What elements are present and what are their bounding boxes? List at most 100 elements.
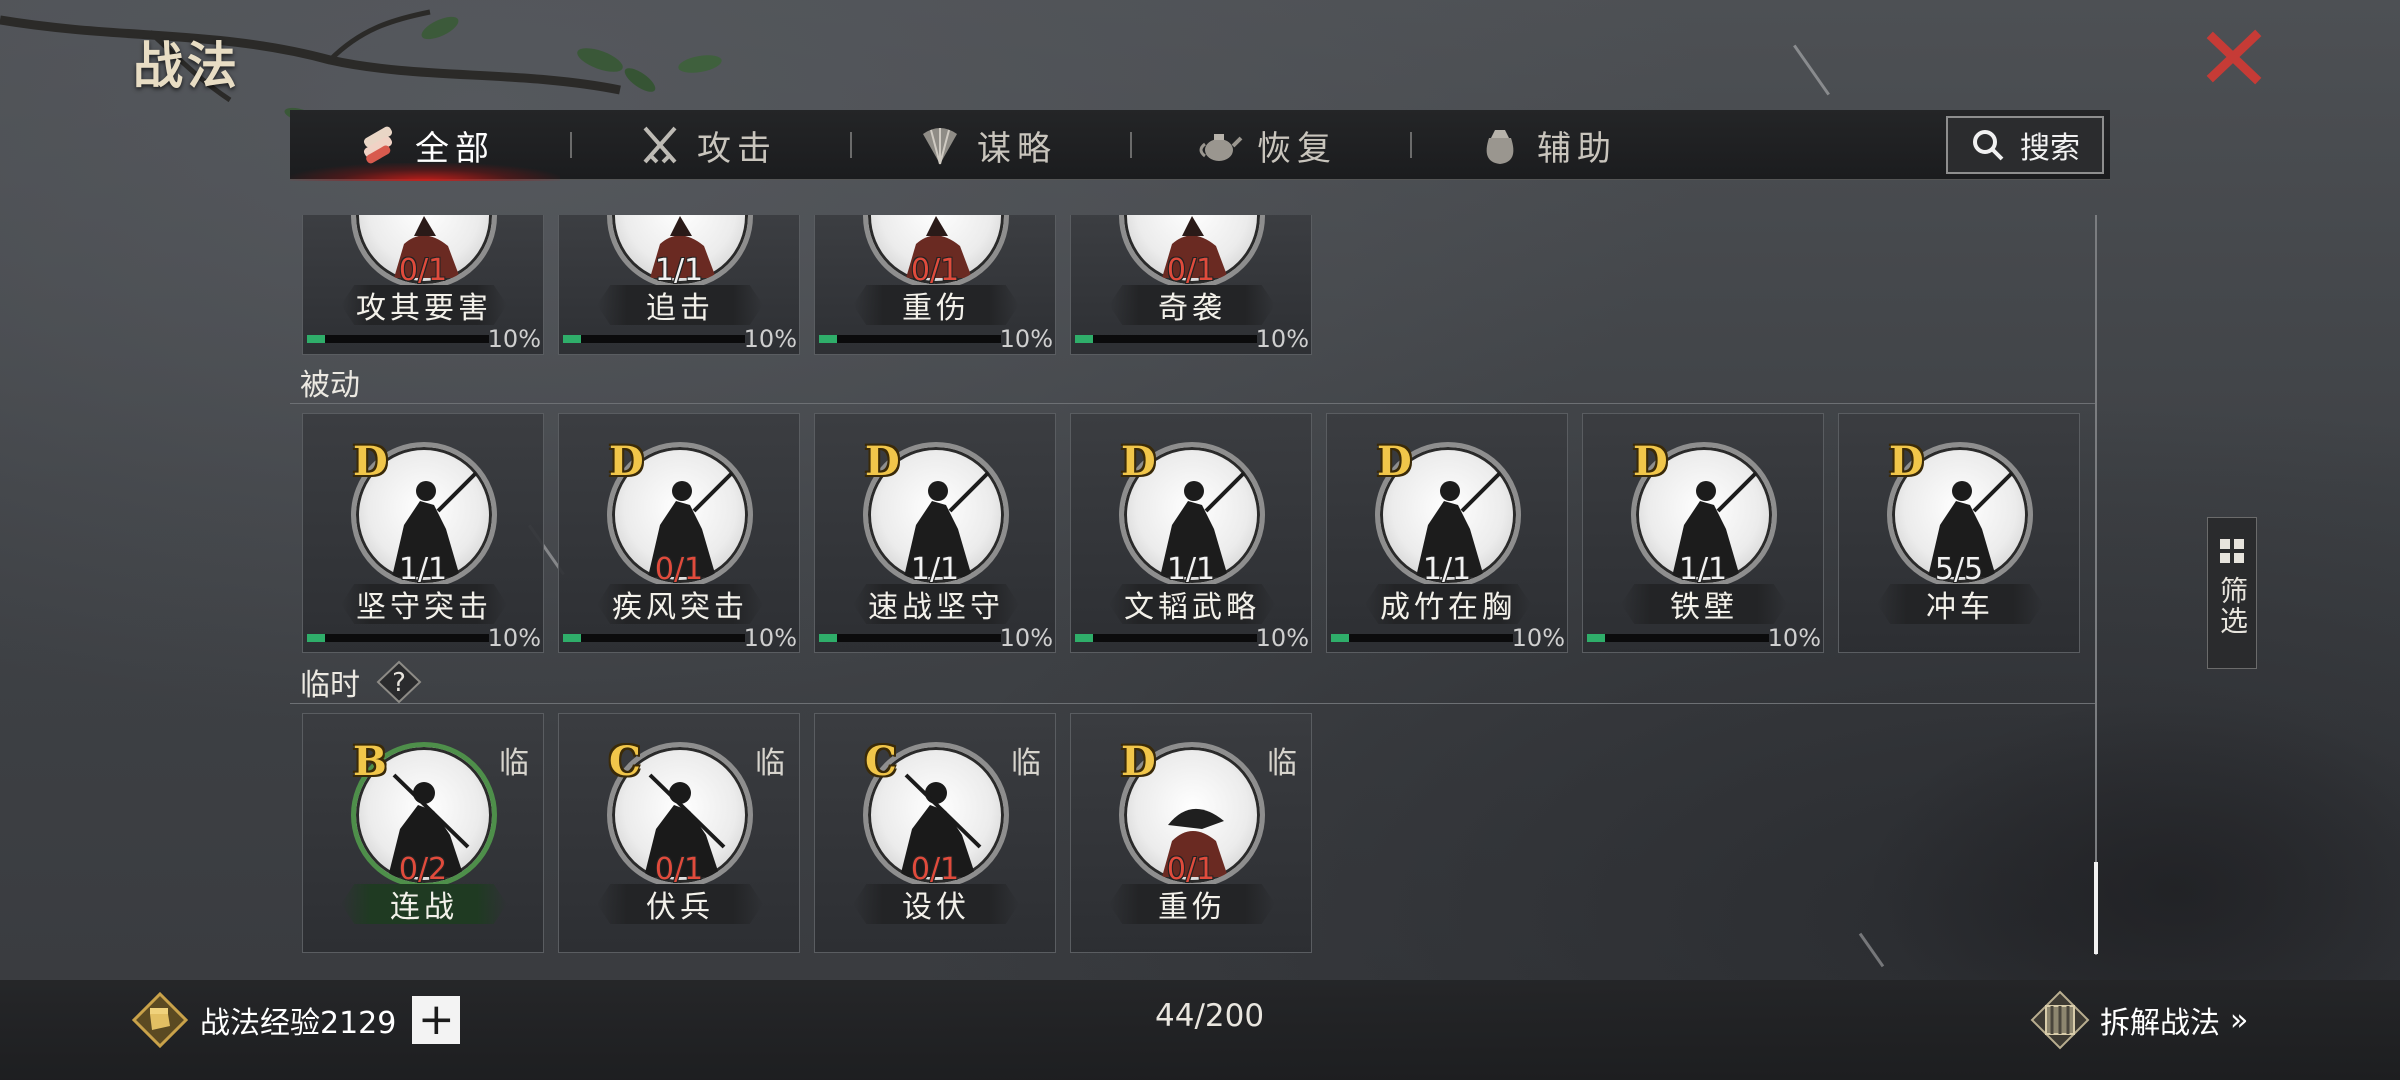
tactic-name: 伏兵 — [597, 884, 763, 924]
progress-percent: 10% — [1255, 325, 1309, 353]
grade-badge: D — [1121, 438, 1156, 485]
tactic-count: 1/1 — [1422, 552, 1472, 587]
tactic-count: 0/1 — [910, 253, 960, 288]
tactic-card[interactable]: 0/1 重伤 10% — [814, 215, 1056, 355]
temporary-tag: 临 — [1011, 746, 1041, 781]
close-icon[interactable] — [2205, 28, 2263, 86]
tactic-name: 坚守突击 — [341, 584, 507, 624]
exp-label: 战法经验2129 — [200, 1006, 397, 1041]
temporary-tag: 临 — [755, 746, 785, 781]
tactic-card[interactable]: D 临 0/1 重伤 — [1070, 713, 1312, 953]
add-exp-button[interactable]: + — [412, 996, 461, 1044]
progress-percent: 10% — [1511, 624, 1565, 652]
tactic-card[interactable]: D 1/1 速战坚守 10% — [814, 413, 1056, 653]
section-label: 被动 — [300, 368, 360, 403]
tactic-name: 疾风突击 — [597, 584, 763, 624]
search-label: 搜索 — [2020, 131, 2080, 166]
decompose-label: 拆解战法 — [2100, 1006, 2220, 1041]
tactic-count: 1/1 — [1678, 552, 1728, 587]
progress-bar — [819, 634, 1001, 642]
tactic-name: 成竹在胸 — [1365, 584, 1531, 624]
search-button[interactable]: 搜索 — [1946, 116, 2104, 174]
double-chevron-icon: » — [2230, 1002, 2249, 1038]
tab-label: 辅助 — [1537, 128, 1617, 169]
progress-percent: 10% — [1767, 624, 1821, 652]
grade-badge: B — [353, 738, 387, 785]
tactic-name: 冲车 — [1877, 584, 2043, 624]
tab-attack[interactable]: 攻击 — [572, 110, 842, 180]
tab-label: 谋略 — [977, 128, 1057, 169]
tactic-exp: 战法经验2129 + — [132, 990, 461, 1050]
crossed-swords-icon — [643, 126, 677, 164]
tactic-count: 0/1 — [910, 852, 960, 887]
tactic-card[interactable]: C 临 0/1 设伏 — [814, 713, 1056, 953]
section-label: 临时 — [300, 668, 360, 703]
progress-bar — [563, 634, 745, 642]
progress-bar — [563, 335, 745, 343]
progress-bar — [307, 335, 489, 343]
tactic-name: 追击 — [597, 285, 763, 325]
filter-button[interactable]: 筛选 — [2207, 517, 2257, 669]
progress-percent: 10% — [999, 624, 1053, 652]
tactic-count: 1/1 — [910, 552, 960, 587]
category-tab-bar: 全部 攻击 谋略 恢复 辅助 — [290, 110, 2110, 181]
tactic-name: 速战坚守 — [853, 584, 1019, 624]
scrollbar-thumb[interactable] — [2094, 862, 2098, 954]
tactic-name: 重伤 — [1109, 884, 1275, 924]
tactic-name: 文韬武略 — [1109, 584, 1275, 624]
section-header-passive: 被动 — [300, 360, 360, 404]
grade-badge: D — [1889, 438, 1924, 485]
progress-bar — [819, 335, 1001, 343]
grid-icon — [2220, 539, 2244, 563]
tab-all[interactable]: 全部 — [290, 110, 560, 181]
tactic-count: 0/1 — [654, 852, 704, 887]
help-icon[interactable]: ? — [374, 660, 424, 704]
tactic-card[interactable]: 1/1 追击 10% — [558, 215, 800, 355]
temporary-tag: 临 — [499, 746, 529, 781]
tab-label: 全部 — [415, 128, 495, 169]
tab-strategy[interactable]: 谋略 — [852, 110, 1122, 180]
filter-label: 筛选 — [2216, 576, 2249, 636]
tactic-card[interactable]: C 临 0/1 伏兵 — [558, 713, 800, 953]
tactic-count: 1/1 — [398, 552, 448, 587]
tab-label: 恢复 — [1257, 128, 1337, 169]
progress-percent: 10% — [487, 325, 541, 353]
grade-badge: C — [609, 738, 641, 785]
tactic-card[interactable]: D 0/1 疾风突击 10% — [558, 413, 800, 653]
tactic-name: 攻其要害 — [341, 285, 507, 325]
teapot-icon — [1199, 134, 1243, 161]
tactic-capacity: 44/200 — [1155, 998, 1265, 1034]
scrollbar-track[interactable] — [2095, 215, 2097, 955]
progress-bar — [1075, 634, 1257, 642]
tactic-card[interactable]: 0/1 攻其要害 10% — [302, 215, 544, 355]
decompose-tactics-button[interactable]: 拆解战法 » — [2030, 990, 2249, 1050]
grade-badge: D — [1121, 738, 1156, 785]
tactic-count: 0/1 — [654, 552, 704, 587]
page-title: 战法 — [133, 37, 241, 95]
tactic-card[interactable]: D 1/1 坚守突击 10% — [302, 413, 544, 653]
help-symbol: ? — [392, 668, 406, 698]
tab-recovery[interactable]: 恢复 — [1132, 110, 1402, 180]
tactic-card[interactable]: D 1/1 成竹在胸 10% — [1326, 413, 1568, 653]
grade-badge: D — [609, 438, 644, 485]
tactic-count: 0/2 — [398, 852, 448, 887]
tactic-count: 1/1 — [654, 253, 704, 288]
tactic-count: 0/1 — [1166, 852, 1216, 887]
tactic-count: 1/1 — [1166, 552, 1216, 587]
tactic-card[interactable]: D 5/5 冲车 — [1838, 413, 2080, 653]
tab-label: 攻击 — [697, 128, 777, 169]
progress-percent: 10% — [1255, 624, 1309, 652]
fist-badge-icon — [132, 992, 188, 1048]
section-header-temporary: 临时 ? — [300, 660, 424, 704]
tactic-card[interactable]: 0/1 奇袭 10% — [1070, 215, 1312, 355]
tab-support[interactable]: 辅助 — [1412, 110, 1682, 180]
tactic-count: 0/1 — [1166, 253, 1216, 288]
search-icon — [1973, 130, 2004, 161]
tactic-name: 奇袭 — [1109, 285, 1275, 325]
tactic-card[interactable]: B 临 0/2 连战 — [302, 713, 544, 953]
tactics-list[interactable]: 0/1 攻其要害 10% 1/1 追击 10% 0/1 重伤 10% 0/1 奇… — [290, 215, 2100, 960]
tactic-card[interactable]: D 1/1 文韬武略 10% — [1070, 413, 1312, 653]
rain-streak — [1793, 44, 1830, 96]
tactic-card[interactable]: D 1/1 铁壁 10% — [1582, 413, 1824, 653]
progress-bar — [1075, 335, 1257, 343]
